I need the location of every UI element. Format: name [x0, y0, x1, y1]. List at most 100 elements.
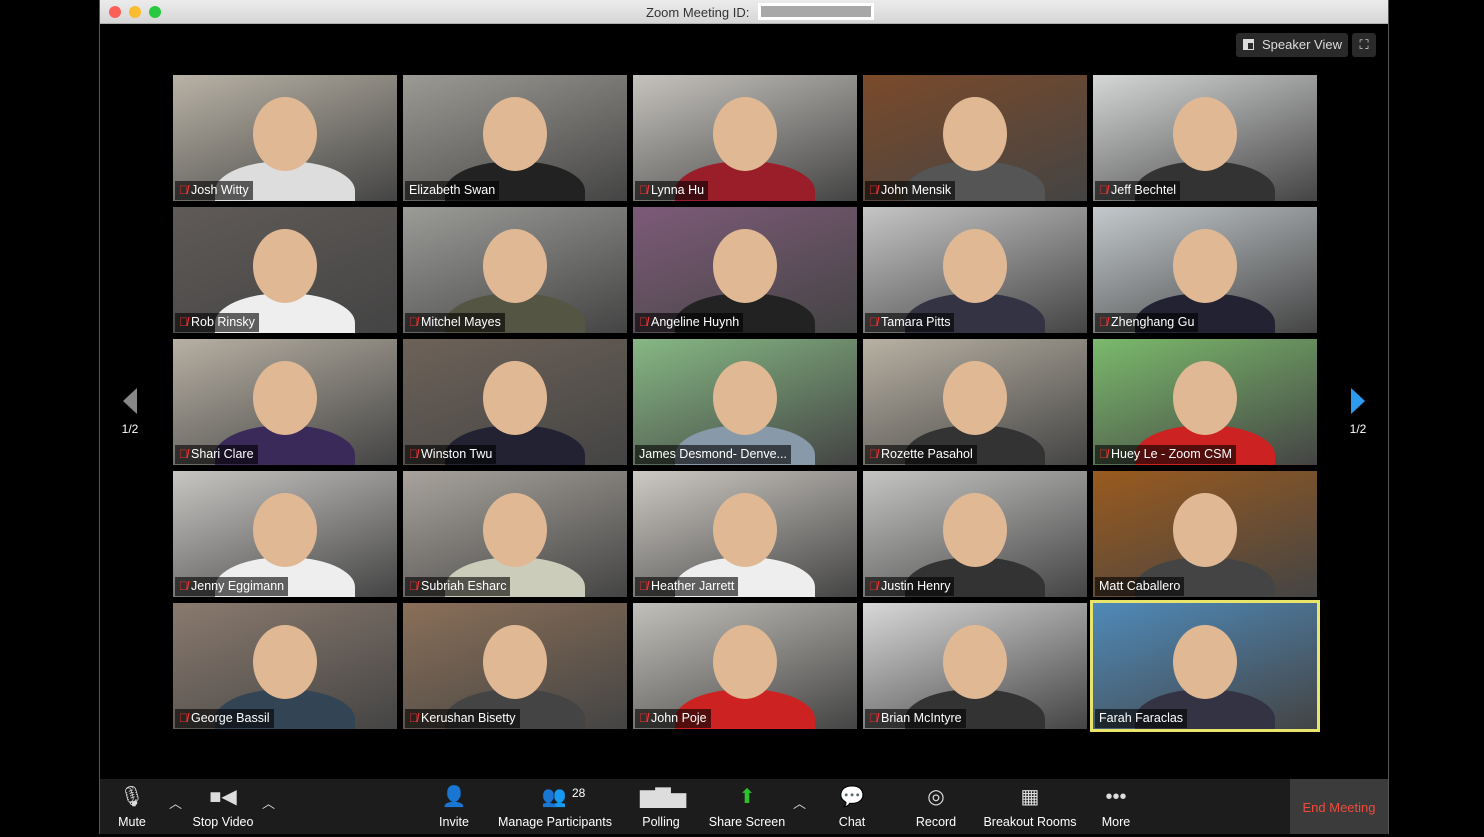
video-options-caret[interactable]: ︿ [262, 793, 275, 812]
record-button[interactable]: ◎ Record [914, 779, 958, 834]
participant-name-tag: 🎙̸ Josh Witty [175, 181, 253, 200]
fullscreen-icon: ⛶ [1359, 37, 1369, 52]
participant-name: James Desmond- Denve... [639, 447, 787, 461]
more-label: More [1101, 815, 1131, 829]
participant-name-tag: 🎙̸ Winston Twu [405, 445, 497, 464]
end-meeting-button[interactable]: End Meeting [1290, 779, 1388, 834]
participant-name-tag: 🎙̸ John Poje [635, 709, 711, 728]
chat-button[interactable]: 💬 Chat [832, 779, 872, 834]
muted-microphone-icon: 🎙̸ [1099, 183, 1108, 197]
muted-microphone-icon: 🎙̸ [869, 315, 878, 329]
participant-video-tile[interactable]: 🎙̸ Heather Jarrett [633, 471, 857, 597]
participant-video-tile[interactable]: 🎙̸ Kerushan Bisetty [403, 603, 627, 729]
participant-video-tile[interactable]: 🎙̸ Huey Le - Zoom CSM [1093, 339, 1317, 465]
participant-name-tag: 🎙̸ Huey Le - Zoom CSM [1095, 445, 1236, 464]
participant-video-tile[interactable]: 🎙̸ Tamara Pitts [863, 207, 1087, 333]
manage-participants-label: Manage Participants [498, 815, 612, 829]
participant-name: Shari Clare [191, 447, 254, 461]
participant-name: Farah Faraclas [1099, 711, 1184, 725]
participant-video-tile[interactable]: 🎙̸ Rozette Pasahol [863, 339, 1087, 465]
more-button[interactable]: ••• More [1098, 779, 1134, 834]
participant-name: Angeline Huynh [651, 315, 740, 329]
chat-bubble-icon: 💬 [839, 786, 865, 808]
participant-video-tile[interactable]: James Desmond- Denve... [633, 339, 857, 465]
participant-video-tile[interactable]: 🎙̸ Subriah Esharc [403, 471, 627, 597]
participant-face [253, 97, 317, 171]
share-screen-button[interactable]: ⬆ Share Screen [707, 779, 787, 834]
participant-name-tag: 🎙̸ George Bassil [175, 709, 274, 728]
participant-video-tile[interactable]: 🎙̸ Zhenghang Gu [1093, 207, 1317, 333]
minimize-window-button[interactable] [129, 6, 141, 18]
participant-video-tile[interactable]: Farah Faraclas [1090, 600, 1320, 732]
fullscreen-button[interactable]: ⛶ [1352, 33, 1376, 57]
participant-video-tile[interactable]: 🎙̸ Jeff Bechtel [1093, 75, 1317, 201]
audio-options-caret[interactable]: ︿ [169, 793, 182, 812]
previous-page-button[interactable]: 1/2 [115, 388, 145, 436]
manage-participants-button[interactable]: 👥 Manage Participants [498, 779, 612, 834]
muted-microphone-icon: 🎙̸ [869, 447, 878, 461]
participant-name-tag: James Desmond- Denve... [635, 445, 791, 464]
record-icon: ◎ [927, 786, 945, 808]
speaker-view-button[interactable]: Speaker View [1236, 33, 1348, 57]
participant-face [483, 493, 547, 567]
close-window-button[interactable] [109, 6, 121, 18]
participant-video-tile[interactable]: Elizabeth Swan [403, 75, 627, 201]
participant-name: Justin Henry [881, 579, 951, 593]
participant-name-tag: 🎙̸ Shari Clare [175, 445, 258, 464]
video-camera-icon: ■◀ [209, 786, 237, 808]
participant-name: Rozette Pasahol [881, 447, 973, 461]
polling-button[interactable]: ▆▇▅ Polling [640, 779, 686, 834]
participant-video-tile[interactable]: 🎙̸ Brian McIntyre [863, 603, 1087, 729]
invite-button[interactable]: 👤 Invite [434, 779, 474, 834]
participant-name: Jeff Bechtel [1111, 183, 1177, 197]
participant-video-tile[interactable]: 🎙̸ Josh Witty [173, 75, 397, 201]
muted-microphone-icon: 🎙̸ [639, 315, 648, 329]
record-label: Record [915, 815, 957, 829]
participant-face [1173, 361, 1237, 435]
microphone-icon: 🎙 [119, 786, 145, 808]
breakout-rooms-button[interactable]: ▦ Breakout Rooms [982, 779, 1078, 834]
participant-video-tile[interactable]: 🎙̸ John Poje [633, 603, 857, 729]
participant-name: Tamara Pitts [881, 315, 951, 329]
participant-video-tile[interactable]: Matt Caballero [1093, 471, 1317, 597]
speaker-view-icon [1243, 39, 1254, 50]
participant-video-tile[interactable]: 🎙̸ Jenny Eggimann [173, 471, 397, 597]
participant-name-tag: 🎙̸ Jeff Bechtel [1095, 181, 1181, 200]
participant-name-tag: Farah Faraclas [1095, 709, 1188, 728]
participant-video-tile[interactable]: 🎙̸ Shari Clare [173, 339, 397, 465]
participant-face [483, 97, 547, 171]
participant-name: Josh Witty [191, 183, 249, 197]
window-title: Zoom Meeting ID: [646, 5, 750, 20]
participant-name: Rob Rinsky [191, 315, 255, 329]
share-options-caret[interactable]: ︿ [793, 793, 806, 812]
participant-video-tile[interactable]: 🎙̸ John Mensik [863, 75, 1087, 201]
participant-face [943, 493, 1007, 567]
participant-video-tile[interactable]: 🎙̸ Mitchel Mayes [403, 207, 627, 333]
participant-face [253, 625, 317, 699]
maximize-window-button[interactable] [149, 6, 161, 18]
muted-microphone-icon: 🎙̸ [179, 183, 188, 197]
next-page-button[interactable]: 1/2 [1343, 388, 1373, 436]
participant-video-tile[interactable]: 🎙̸ Winston Twu [403, 339, 627, 465]
participant-video-tile[interactable]: 🎙̸ Angeline Huynh [633, 207, 857, 333]
breakout-rooms-icon: ▦ [1020, 786, 1040, 808]
zoom-window: Zoom Meeting ID: Speaker View ⛶ 1/2 1/2 … [99, 0, 1389, 834]
muted-microphone-icon: 🎙̸ [869, 183, 878, 197]
participant-name-tag: 🎙̸ Jenny Eggimann [175, 577, 289, 596]
participant-video-tile[interactable]: 🎙̸ Rob Rinsky [173, 207, 397, 333]
participant-name-tag: 🎙̸ Zhenghang Gu [1095, 313, 1199, 332]
participant-face [943, 625, 1007, 699]
participant-video-tile[interactable]: 🎙̸ George Bassil [173, 603, 397, 729]
participant-video-tile[interactable]: 🎙̸ Justin Henry [863, 471, 1087, 597]
participant-count: 28 [572, 786, 586, 800]
participant-name: Mitchel Mayes [421, 315, 501, 329]
participant-name-tag: 🎙̸ Subriah Esharc [405, 577, 511, 596]
muted-microphone-icon: 🎙̸ [409, 711, 418, 725]
participant-name: Matt Caballero [1099, 579, 1181, 593]
share-screen-icon: ⬆ [738, 786, 756, 808]
invite-label: Invite [439, 815, 469, 829]
mute-button[interactable]: 🎙 Mute [112, 779, 152, 834]
stop-video-button[interactable]: ■◀ Stop Video [188, 779, 258, 834]
participant-face [1173, 229, 1237, 303]
participant-video-tile[interactable]: 🎙̸ Lynna Hu [633, 75, 857, 201]
